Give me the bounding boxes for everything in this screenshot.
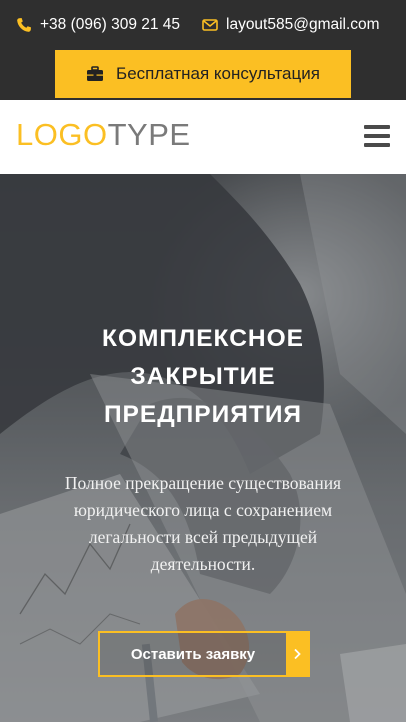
logo[interactable]: LOGOTYPE (16, 115, 191, 155)
hero-description-line: юридического лица с сохранением (73, 500, 333, 520)
free-consultation-button[interactable]: Бесплатная консультация (55, 50, 351, 98)
hero-section: КОМПЛЕКСНОЕ ЗАКРЫТИЕ ПРЕДПРИЯТИЯ Полное … (0, 174, 406, 722)
contact-row: +38 (096) 309 21 45 layout585@gmail.com (0, 12, 406, 38)
envelope-icon (202, 17, 218, 33)
hero-description-line: легальности всей предыдущей (88, 527, 318, 547)
chevron-right-icon (286, 633, 308, 675)
email-address: layout585@gmail.com (226, 16, 380, 33)
hero-title-line: ЗАКРЫТИЕ (130, 363, 276, 390)
logo-text-secondary: TYPE (107, 117, 191, 152)
site-header: LOGOTYPE (0, 100, 406, 174)
top-bar: +38 (096) 309 21 45 layout585@gmail.com … (0, 0, 406, 100)
hero-title: КОМПЛЕКСНОЕ ЗАКРЫТИЕ ПРЕДПРИЯТИЯ (0, 320, 406, 434)
email-link[interactable]: layout585@gmail.com (202, 16, 380, 34)
phone-link[interactable]: +38 (096) 309 21 45 (16, 16, 180, 34)
hamburger-line (364, 134, 390, 138)
hero-description: Полное прекращение существования юридиче… (30, 470, 376, 578)
hamburger-line (364, 143, 390, 147)
briefcase-icon (86, 66, 104, 82)
submit-request-label: Оставить заявку (130, 645, 256, 663)
submit-request-button[interactable]: Оставить заявку (98, 631, 310, 677)
hero-title-line: КОМПЛЕКСНОЕ (102, 325, 304, 352)
logo-text-primary: LOGO (16, 117, 108, 152)
hero-description-line: деятельности. (150, 554, 256, 574)
hero-title-line: ПРЕДПРИЯТИЯ (103, 401, 303, 428)
phone-icon (16, 17, 32, 33)
hamburger-icon[interactable] (364, 125, 390, 147)
free-consultation-label: Бесплатная консультация (116, 64, 320, 83)
hero-description-line: Полное прекращение существования (64, 473, 342, 493)
phone-number: +38 (096) 309 21 45 (40, 16, 181, 33)
hamburger-line (364, 125, 390, 129)
